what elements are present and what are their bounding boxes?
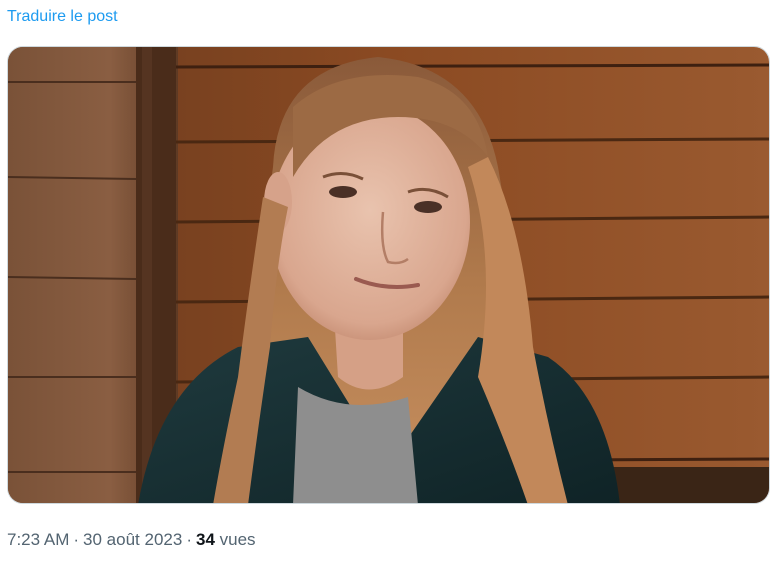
meta-separator: ·	[186, 530, 192, 549]
post-time[interactable]: 7:23 AM	[7, 530, 69, 549]
portrait-photo	[8, 47, 769, 503]
views-count: 34	[195, 530, 215, 549]
post-photo[interactable]	[7, 46, 770, 504]
meta-separator: ·	[73, 530, 80, 549]
post-date[interactable]: 30 août 2023	[83, 530, 182, 549]
translate-post-link[interactable]: Traduire le post	[7, 7, 118, 27]
views-label: vues	[219, 530, 256, 549]
post: Traduire le post 7:23 AM · 30 août 2023 …	[0, 0, 783, 565]
post-meta: 7:23 AM · 30 août 2023 · 34 vues	[7, 529, 256, 551]
